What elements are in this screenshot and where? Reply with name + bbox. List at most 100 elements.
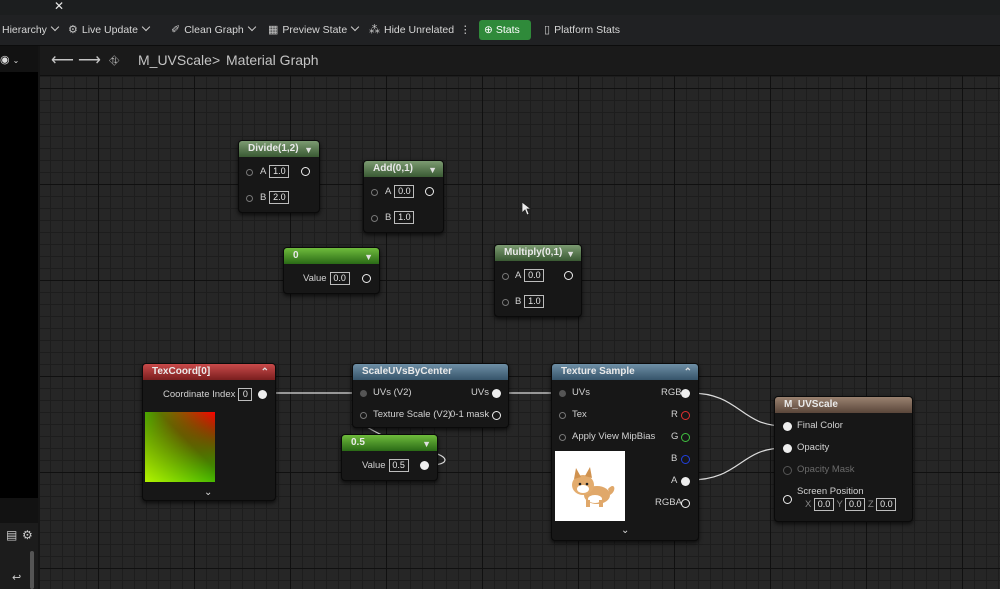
material-result-node[interactable]: M_UVScale Final Color Opacity Opacity Ma… (774, 396, 913, 522)
constant-half-node[interactable]: 0.5 ▼ Value 0.5 (341, 434, 438, 481)
table-icon[interactable]: ▤ (6, 528, 17, 542)
chevron-down-icon[interactable]: ▼ (364, 249, 373, 265)
chevron-down-icon[interactable]: ▼ (422, 436, 431, 452)
texture-a-pin[interactable] (681, 477, 690, 486)
texture-rgba-pin[interactable] (681, 499, 690, 508)
screen-position-x-value[interactable]: 0.0 (813, 498, 834, 511)
texture-sample-title: Texture Sample (561, 366, 635, 377)
chevron-down-icon[interactable]: ⌄ (204, 487, 212, 498)
scale-uvs-input-pin[interactable] (360, 390, 367, 397)
divide-output-pin[interactable] (301, 167, 310, 176)
texcoord-node-header[interactable]: TexCoord[0] ⌃ (143, 364, 275, 380)
platform-stats-label: Platform Stats (554, 24, 621, 36)
screen-position-z-label: Z (867, 499, 874, 510)
scale-uvs-node-header[interactable]: ScaleUVsByCenter (353, 364, 508, 380)
multiply-b-pin[interactable] (502, 299, 509, 306)
add-node-header[interactable]: Add(0,1) ▼ (364, 161, 443, 177)
screen-position-z-value[interactable]: 0.0 (876, 498, 897, 511)
close-tab-icon[interactable]: ✕ (54, 0, 64, 13)
divide-a-pin[interactable] (246, 169, 253, 176)
back-arrow-icon[interactable]: ⟵ (51, 46, 74, 75)
texcoord-index-value[interactable]: 0 (238, 388, 253, 401)
constant-zero-output-pin[interactable] (362, 274, 371, 283)
chevron-down-icon[interactable]: ▼ (566, 246, 575, 262)
undo-icon[interactable]: ↩ (12, 571, 21, 584)
texcoord-output-pin[interactable] (258, 390, 267, 399)
stats-icon: ⊕ (484, 24, 493, 36)
texture-b-pin[interactable] (681, 455, 690, 464)
constant-zero-value[interactable]: 0.0 (329, 272, 350, 285)
scale-uvs-by-center-node[interactable]: ScaleUVsByCenter UVs (V2) UVs Texture Sc… (352, 363, 509, 428)
platform-stats-button[interactable]: ▯ Platform Stats (544, 15, 620, 45)
phone-icon: ▯ (544, 24, 551, 36)
multiply-node[interactable]: Multiply(0,1) ▼ A 0.0 B 1.0 (494, 244, 582, 317)
add-a-pin[interactable] (371, 189, 378, 196)
constant-half-output-pin[interactable] (420, 461, 429, 470)
add-output-pin[interactable] (425, 187, 434, 196)
mask-output-pin[interactable] (492, 411, 501, 420)
add-b-pin[interactable] (371, 215, 378, 222)
breadcrumb-graph: Material Graph (226, 52, 319, 68)
texture-g-pin[interactable] (681, 433, 690, 442)
texture-rgb-pin[interactable] (681, 389, 690, 398)
divide-node-header[interactable]: Divide(1,2) ▼ (239, 141, 319, 157)
divide-node[interactable]: Divide(1,2) ▼ A 1.0 B 2.0 (238, 140, 320, 213)
texture-r-pin[interactable] (681, 411, 690, 420)
texture-scale-pin[interactable] (360, 412, 367, 419)
hide-unrelated-button[interactable]: ⁂ Hide Unrelated (369, 15, 454, 45)
chevron-down-icon[interactable]: ▼ (428, 162, 437, 178)
constant-half-value[interactable]: 0.5 (388, 459, 409, 472)
constant-zero-node[interactable]: 0 ▼ Value 0.0 (283, 247, 380, 294)
opacity-pin[interactable] (783, 444, 792, 453)
more-options-icon[interactable]: ⋮ (460, 15, 471, 45)
divide-a-value[interactable]: 1.0 (269, 165, 290, 178)
breadcrumb-asset[interactable]: M_UVScale (138, 46, 212, 75)
multiply-node-header[interactable]: Multiply(0,1) ▼ (495, 245, 581, 261)
scrollbar[interactable] (30, 551, 34, 589)
settings-icon[interactable]: ⚙ (22, 528, 33, 542)
live-update-dropdown[interactable]: ⚙ Live Update (68, 15, 151, 45)
final-color-label: Final Color (797, 420, 843, 431)
hierarchy-label: Hierarchy (2, 24, 47, 36)
preview-state-icon: ▦ (268, 24, 279, 36)
divide-b-value[interactable]: 2.0 (269, 191, 290, 204)
texture-mipbias-pin[interactable] (559, 434, 566, 441)
chevron-down-icon[interactable]: ▼ (304, 142, 313, 158)
add-b-value[interactable]: 1.0 (394, 211, 415, 224)
opacity-mask-pin[interactable] (783, 466, 792, 475)
hierarchy-dropdown[interactable]: Hierarchy (2, 15, 60, 45)
eye-icon[interactable]: ◉ ⌄ (0, 53, 19, 66)
forward-arrow-icon[interactable]: ⟶ (78, 46, 101, 75)
chevron-down-icon[interactable]: ⌄ (621, 525, 629, 536)
texture-tex-pin[interactable] (559, 412, 566, 419)
chevron-up-icon[interactable]: ⌃ (261, 365, 269, 381)
constant-half-header[interactable]: 0.5 ▼ (342, 435, 437, 451)
material-result-header[interactable]: M_UVScale (775, 397, 912, 413)
add-node[interactable]: Add(0,1) ▼ A 0.0 B 1.0 (363, 160, 444, 233)
divide-node-title: Divide(1,2) (248, 143, 299, 154)
preview-state-dropdown[interactable]: ▦ Preview State (268, 15, 360, 45)
multiply-b-value[interactable]: 1.0 (524, 295, 545, 308)
screen-position-x-label: X (805, 499, 812, 510)
scale-uvs-output-pin[interactable] (492, 389, 501, 398)
texture-sample-header[interactable]: Texture Sample ⌃ (552, 364, 698, 380)
final-color-pin[interactable] (783, 422, 792, 431)
add-a-label: A (385, 186, 392, 197)
add-a-value[interactable]: 0.0 (394, 185, 415, 198)
texture-sample-node[interactable]: Texture Sample ⌃ UVs RGB Tex R Apply View… (551, 363, 699, 541)
texcoord-node[interactable]: TexCoord[0] ⌃ Coordinate Index 0 ⌄ (142, 363, 276, 501)
texture-g-label: G (671, 431, 679, 442)
chevron-down-icon (350, 22, 360, 32)
multiply-a-value[interactable]: 0.0 (524, 269, 545, 282)
multiply-output-pin[interactable] (564, 271, 573, 280)
divide-b-pin[interactable] (246, 195, 253, 202)
multiply-a-pin[interactable] (502, 273, 509, 280)
screen-position-y-value[interactable]: 0.0 (845, 498, 866, 511)
preview-viewport[interactable] (0, 72, 38, 498)
screen-position-pin[interactable] (783, 495, 792, 504)
clean-graph-dropdown[interactable]: ✐ Clean Graph (171, 15, 257, 45)
texture-uvs-pin[interactable] (559, 390, 566, 397)
chevron-up-icon[interactable]: ⌃ (684, 365, 692, 381)
stats-button[interactable]: ⊕ Stats (479, 20, 531, 40)
constant-zero-header[interactable]: 0 ▼ (284, 248, 379, 264)
